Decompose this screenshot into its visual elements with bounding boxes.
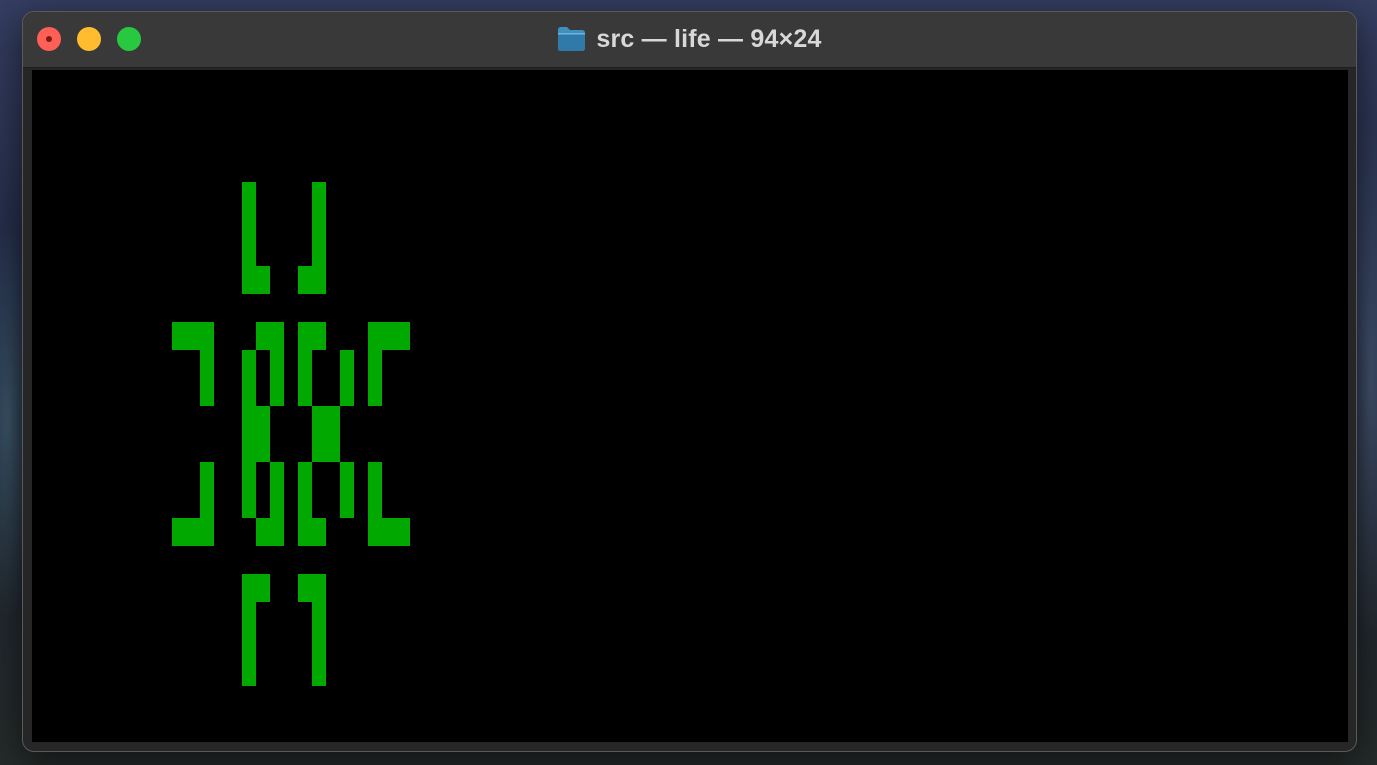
live-cell — [242, 210, 256, 238]
live-cell — [326, 434, 340, 462]
live-cell — [256, 434, 270, 462]
folder-icon — [558, 27, 586, 51]
live-cell — [242, 266, 256, 294]
live-cell — [396, 322, 410, 350]
live-cell — [270, 322, 284, 350]
live-cell — [340, 350, 354, 378]
live-cell — [312, 630, 326, 658]
live-cell — [242, 434, 256, 462]
live-cell — [298, 574, 312, 602]
live-cell — [312, 266, 326, 294]
live-cell — [242, 490, 256, 518]
live-cell — [242, 406, 256, 434]
live-cell — [368, 490, 382, 518]
live-cell — [368, 350, 382, 378]
live-cell — [200, 490, 214, 518]
live-cell — [396, 518, 410, 546]
live-cell — [312, 574, 326, 602]
live-cell — [270, 518, 284, 546]
live-cell — [312, 182, 326, 210]
live-cell — [298, 322, 312, 350]
live-cell — [242, 574, 256, 602]
live-cell — [298, 490, 312, 518]
live-cell — [368, 462, 382, 490]
live-cell — [312, 658, 326, 686]
live-cell — [340, 462, 354, 490]
live-cell — [256, 406, 270, 434]
live-cell — [242, 602, 256, 630]
live-cell — [382, 322, 396, 350]
live-cell — [270, 378, 284, 406]
live-cell — [340, 378, 354, 406]
live-cell — [298, 518, 312, 546]
live-cell — [312, 322, 326, 350]
live-cell — [200, 462, 214, 490]
live-cell — [312, 434, 326, 462]
live-cell — [326, 406, 340, 434]
live-cell — [242, 630, 256, 658]
window-title-group: src — life — 94×24 — [23, 23, 1356, 55]
live-cell — [256, 518, 270, 546]
live-cell — [298, 350, 312, 378]
live-cell — [172, 518, 186, 546]
live-cell — [256, 322, 270, 350]
live-cell — [298, 462, 312, 490]
live-cell — [200, 378, 214, 406]
live-cell — [298, 266, 312, 294]
live-cell — [172, 322, 186, 350]
live-cell — [200, 322, 214, 350]
live-cell — [368, 378, 382, 406]
live-cell — [270, 350, 284, 378]
live-cell — [200, 350, 214, 378]
live-cell — [242, 462, 256, 490]
live-cell — [368, 518, 382, 546]
live-cell — [256, 266, 270, 294]
live-cell — [200, 518, 214, 546]
life-grid — [172, 182, 410, 686]
live-cell — [242, 378, 256, 406]
live-cell — [242, 238, 256, 266]
terminal-content[interactable] — [32, 70, 1348, 742]
terminal-window: src — life — 94×24 — [22, 11, 1357, 752]
live-cell — [242, 182, 256, 210]
live-cell — [312, 238, 326, 266]
live-cell — [312, 406, 326, 434]
live-cell — [312, 518, 326, 546]
title-bar[interactable]: src — life — 94×24 — [23, 12, 1356, 68]
live-cell — [298, 378, 312, 406]
live-cell — [186, 322, 200, 350]
live-cell — [242, 658, 256, 686]
live-cell — [256, 574, 270, 602]
live-cell — [312, 602, 326, 630]
live-cell — [270, 462, 284, 490]
live-cell — [382, 518, 396, 546]
live-cell — [368, 322, 382, 350]
live-cell — [270, 490, 284, 518]
live-cell — [242, 350, 256, 378]
live-cell — [312, 210, 326, 238]
live-cell — [340, 490, 354, 518]
live-cell — [186, 518, 200, 546]
window-title: src — life — 94×24 — [596, 24, 822, 53]
